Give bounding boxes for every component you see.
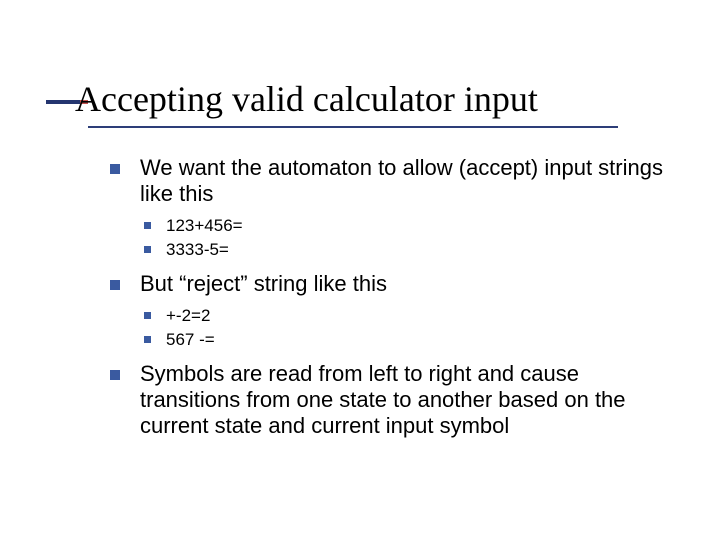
- bullet-1-sub-1: 123+456=: [140, 215, 670, 237]
- bullet-3: Symbols are read from left to right and …: [110, 361, 670, 439]
- slide: Accepting valid calculator input We want…: [0, 0, 720, 540]
- slide-title: Accepting valid calculator input: [75, 78, 538, 120]
- bullet-2-sub-1: +-2=2: [140, 305, 670, 327]
- bullet-1-text: We want the automaton to allow (accept) …: [140, 155, 663, 206]
- bullet-1-sub-2: 3333-5=: [140, 239, 670, 261]
- slide-body: We want the automaton to allow (accept) …: [110, 155, 670, 445]
- bullet-2-text: But “reject” string like this: [140, 271, 387, 296]
- title-wrap: Accepting valid calculator input: [75, 78, 538, 120]
- title-underline: [88, 126, 618, 128]
- bullet-3-text: Symbols are read from left to right and …: [140, 361, 626, 438]
- bullet-1: We want the automaton to allow (accept) …: [110, 155, 670, 261]
- bullet-2-sub-2: 567 -=: [140, 329, 670, 351]
- bullet-2: But “reject” string like this +-2=2 567 …: [110, 271, 670, 351]
